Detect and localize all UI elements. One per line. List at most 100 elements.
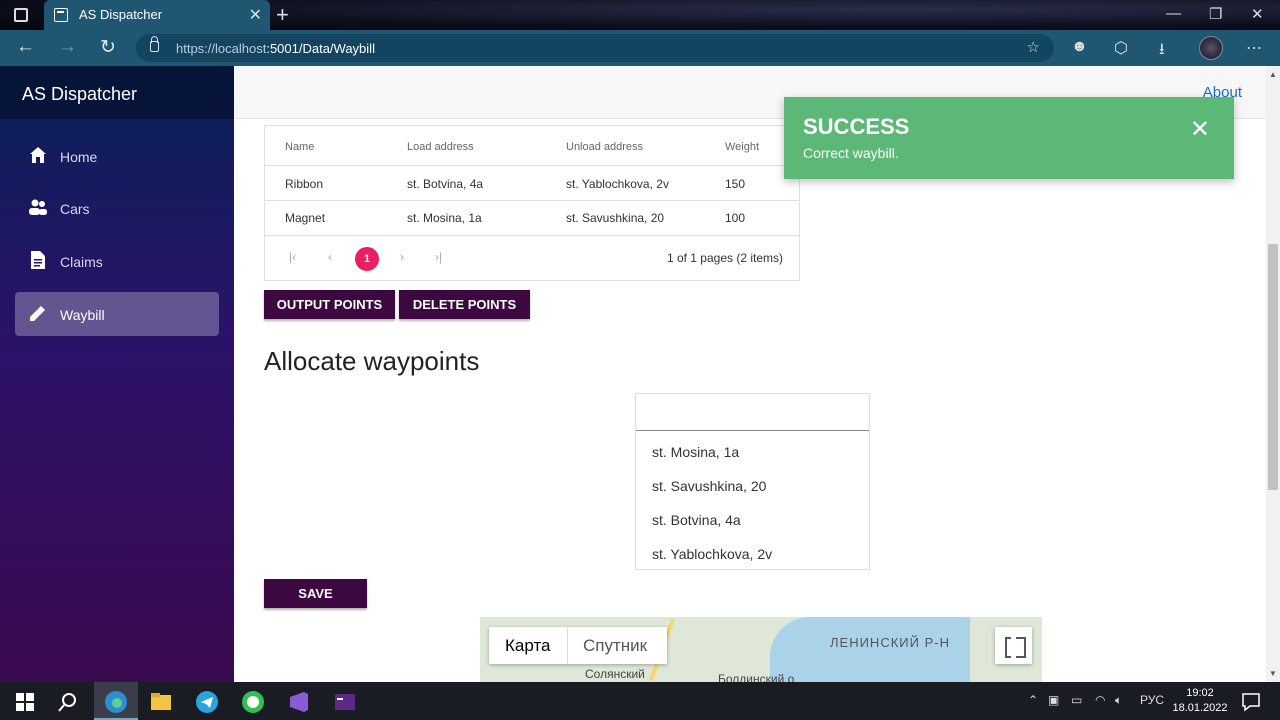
edge-icon[interactable] — [103, 689, 129, 715]
profile-avatar[interactable] — [1199, 36, 1223, 60]
sidebar-item-label: Cars — [60, 201, 90, 217]
table-cell: Ribbon — [285, 177, 324, 191]
brand-title[interactable]: AS Dispatcher — [0, 66, 234, 119]
visual-studio-icon[interactable] — [286, 689, 312, 715]
list-item[interactable]: st. Mosina, 1a — [652, 444, 739, 460]
minimize-icon[interactable]: — — [1166, 5, 1181, 22]
grid-header: Name Load address Unload address Weight — [265, 126, 799, 166]
map-label: Болдинский о. — [718, 672, 798, 682]
map-label: Солянский — [585, 667, 645, 681]
table-cell: st. Mosina, 1a — [407, 211, 482, 225]
waypoints-search-input[interactable] — [636, 394, 869, 431]
telegram-icon[interactable] — [194, 689, 220, 715]
battery-icon[interactable]: ▭ — [1071, 693, 1082, 707]
volume-icon[interactable]: 🔈︎ — [1115, 693, 1122, 708]
sidebar: AS Dispatcher Home Cars Claims Waybill — [0, 66, 234, 682]
pager-info: 1 of 1 pages (2 items) — [666, 251, 783, 265]
search-icon[interactable] — [55, 689, 81, 715]
pencil-icon — [30, 306, 45, 321]
page-scrollbar[interactable]: ▲ ▼ — [1266, 66, 1280, 682]
downloads-icon[interactable]: ⭳ — [1159, 38, 1165, 65]
table-cell: st. Yablochkova, 2v — [566, 177, 669, 191]
map-type-control: Карта Спутник — [489, 627, 667, 664]
close-window-icon[interactable]: ✕ — [1251, 5, 1264, 23]
scrollbar-thumb[interactable] — [1268, 244, 1278, 490]
clock-date: 18.01.2022 — [1172, 702, 1228, 714]
forward-icon[interactable]: → — [58, 36, 77, 58]
sidebar-item-home[interactable]: Home — [15, 134, 219, 178]
extensions-icon[interactable]: ⬡ — [1114, 38, 1128, 58]
table-row[interactable]: Magnet st. Mosina, 1a st. Savushkina, 20… — [265, 201, 799, 236]
restore-icon[interactable]: ❐ — [1209, 5, 1222, 23]
sidebar-item-claims[interactable]: Claims — [15, 239, 219, 283]
fullscreen-icon[interactable] — [995, 627, 1032, 664]
back-icon[interactable]: ← — [16, 36, 35, 58]
taskbar: ⌃ ▣ ▭ ◠ 🔈︎ РУС 19:02 18.01.2022 — [0, 682, 1280, 720]
address-bar: ← → ↻ https://localhost:5001/Data/Waybil… — [0, 30, 1280, 66]
section-title: Allocate waypoints — [264, 346, 480, 376]
clock-time: 19:02 — [1186, 687, 1214, 699]
sidebar-item-waybill[interactable]: Waybill — [15, 292, 219, 336]
home-icon — [30, 147, 46, 163]
table-cell: 100 — [725, 211, 746, 225]
map-type-satellite-button[interactable]: Спутник — [583, 636, 647, 656]
notifications-icon[interactable] — [1238, 689, 1264, 715]
next-page-icon[interactable]: › — [400, 250, 404, 264]
page-button[interactable]: 1 — [355, 247, 379, 271]
extension-avatar-icon[interactable]: ☻ — [1071, 38, 1088, 56]
output-points-button[interactable]: OUTPUT POINTS — [264, 290, 395, 319]
table-cell: Magnet — [285, 211, 326, 225]
url-input[interactable]: https://localhost:5001/Data/Waybill ☆ — [136, 34, 1054, 62]
toast-title: SUCCESS — [803, 114, 910, 139]
language-indicator[interactable]: РУС — [1140, 693, 1164, 707]
file-explorer-icon[interactable] — [148, 689, 174, 715]
terminal-icon[interactable] — [332, 689, 358, 715]
column-header[interactable]: Weight — [725, 141, 759, 153]
waypoints-listbox: st. Mosina, 1a st. Savushkina, 20 st. Bo… — [635, 393, 870, 570]
favorite-icon[interactable]: ☆ — [1027, 38, 1040, 56]
success-toast: SUCCESS Correct waybill. ✕ — [784, 97, 1234, 179]
save-button[interactable]: SAVE — [264, 579, 367, 608]
refresh-icon[interactable]: ↻ — [100, 36, 116, 59]
whatsapp-icon[interactable] — [240, 689, 266, 715]
sidebar-item-label: Home — [60, 149, 98, 165]
scroll-down-icon[interactable]: ▼ — [1269, 669, 1277, 678]
delete-points-button[interactable]: DELETE POINTS — [399, 290, 530, 319]
favicon-icon — [54, 8, 68, 22]
table-cell: st. Savushkina, 20 — [566, 211, 665, 225]
lock-icon[interactable] — [150, 36, 159, 52]
column-header[interactable]: Load address — [407, 141, 474, 153]
close-tab-icon[interactable]: ✕ — [249, 5, 262, 25]
sidebar-item-label: Claims — [60, 254, 103, 270]
map[interactable]: ЛЕНИНСКИЙ Р-Н Солянский Болдинский о. Ка… — [480, 617, 1042, 682]
scroll-up-icon[interactable]: ▲ — [1269, 70, 1277, 79]
browser-tab[interactable]: AS Dispatcher ✕ — [44, 0, 270, 30]
more-menu-icon[interactable]: ⋯ — [1246, 38, 1262, 58]
clock[interactable]: 19:02 18.01.2022 — [1172, 686, 1228, 716]
close-icon[interactable]: ✕ — [1190, 115, 1210, 144]
wifi-icon[interactable]: ◠ — [1095, 693, 1105, 707]
sidebar-item-cars[interactable]: Cars — [15, 186, 219, 230]
list-item[interactable]: st. Yablochkova, 2v — [652, 546, 772, 562]
column-header[interactable]: Unload address — [566, 141, 643, 153]
browser-tabbar: AS Dispatcher ✕ + — ❐ ✕ — [0, 0, 1280, 30]
table-row[interactable]: Ribbon st. Botvina, 4a st. Yablochkova, … — [265, 166, 799, 201]
list-item[interactable]: st. Savushkina, 20 — [652, 478, 766, 494]
tray-app-icon[interactable]: ▣ — [1048, 693, 1059, 707]
tray-chevron-icon[interactable]: ⌃ — [1028, 693, 1038, 707]
tab-actions-icon[interactable] — [14, 8, 28, 22]
new-tab-icon[interactable]: + — [276, 2, 289, 28]
list-item[interactable]: st. Botvina, 4a — [652, 512, 741, 528]
sidebar-item-label: Waybill — [60, 307, 105, 323]
first-page-icon[interactable]: |‹ — [289, 250, 296, 264]
map-type-map-button[interactable]: Карта — [505, 636, 551, 656]
url-host: https://localhost — [176, 41, 267, 56]
tab-title: AS Dispatcher — [79, 7, 163, 22]
last-page-icon[interactable]: ›| — [435, 250, 442, 264]
table-cell: st. Botvina, 4a — [407, 177, 484, 191]
table-cell: 150 — [725, 177, 746, 191]
prev-page-icon[interactable]: ‹ — [328, 250, 332, 264]
waybill-grid: Name Load address Unload address Weight … — [264, 125, 800, 281]
windows-start-icon[interactable] — [12, 689, 38, 715]
column-header[interactable]: Name — [285, 141, 314, 153]
